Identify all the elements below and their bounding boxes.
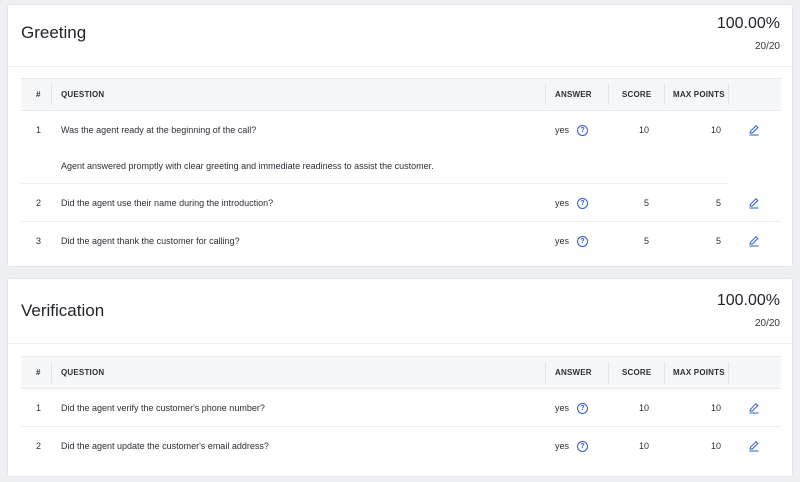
table-header: # QUESTION ANSWER SCORE MAX POINTS: [21, 356, 781, 389]
row-question: Did the agent thank the customer for cal…: [61, 236, 240, 246]
row-max-points: 10: [710, 441, 721, 451]
section-percent: 100.00%: [716, 15, 780, 32]
row-question: Did the agent verify the customer's phon…: [61, 403, 265, 413]
row-score: 10: [638, 403, 649, 413]
column-divider: [728, 84, 729, 105]
pencil-edit-icon[interactable]: [748, 440, 760, 452]
column-divider: [608, 84, 609, 105]
row-score: 5: [643, 236, 649, 246]
pencil-edit-icon[interactable]: [748, 197, 760, 209]
row-max-points: 10: [710, 125, 721, 135]
pencil-edit-icon[interactable]: [748, 124, 760, 136]
row-answer: yes: [555, 403, 570, 413]
col-header-max-points: MAX POINTS: [673, 368, 725, 377]
section-title: Verification: [21, 301, 105, 320]
table-row: 3 Did the agent thank the customer for c…: [21, 222, 781, 260]
section-fraction: 20/20: [754, 318, 780, 329]
column-divider: [545, 84, 546, 105]
section-fraction: 20/20: [754, 41, 780, 52]
column-divider: [545, 362, 546, 383]
row-number: 3: [36, 236, 42, 246]
col-header-score: SCORE: [622, 90, 652, 99]
row-answer: yes: [555, 236, 570, 246]
row-note-text: Agent answered promptly with clear greet…: [61, 161, 434, 171]
col-header-max-points: MAX POINTS: [673, 90, 725, 99]
column-divider: [51, 362, 52, 383]
row-max-points: 10: [710, 403, 721, 413]
col-header-answer: ANSWER: [555, 90, 592, 99]
question-circle-icon[interactable]: ?: [577, 403, 588, 414]
column-divider: [608, 362, 609, 383]
row-number: 2: [36, 198, 42, 208]
column-divider: [664, 362, 665, 383]
col-header-answer: ANSWER: [555, 368, 592, 377]
column-divider: [664, 84, 665, 105]
row-answer: yes: [555, 198, 570, 208]
col-header-num: #: [36, 90, 41, 99]
row-question: Was the agent ready at the beginning of …: [61, 125, 257, 135]
row-question: Did the agent use their name during the …: [61, 198, 274, 208]
col-header-question: QUESTION: [61, 368, 105, 377]
pencil-edit-icon[interactable]: [748, 402, 760, 414]
col-header-num: #: [36, 368, 41, 377]
column-divider: [728, 362, 729, 383]
row-score: 10: [638, 441, 649, 451]
question-circle-icon[interactable]: ?: [577, 125, 588, 136]
question-circle-icon[interactable]: ?: [577, 198, 588, 209]
row-max-points: 5: [715, 198, 721, 208]
row-answer: yes: [555, 441, 570, 451]
row-max-points: 5: [715, 236, 721, 246]
question-circle-icon[interactable]: ?: [577, 236, 588, 247]
row-question: Did the agent update the customer's emai…: [61, 441, 269, 451]
row-score: 10: [638, 125, 649, 135]
row-number: 1: [36, 125, 42, 135]
table-row: 2 Did the agent use their name during th…: [21, 184, 781, 222]
table-row: 1 Did the agent verify the customer's ph…: [21, 389, 781, 427]
row-number: 2: [36, 441, 42, 451]
row-note: Agent answered promptly with clear greet…: [21, 149, 728, 184]
section-header: Greeting 100.00% 20/20: [8, 5, 792, 67]
row-number: 1: [36, 403, 42, 413]
table-row: 1 Was the agent ready at the beginning o…: [21, 111, 781, 149]
table-row: 2 Did the agent update the customer's em…: [21, 427, 781, 465]
col-header-score: SCORE: [622, 368, 652, 377]
question-circle-icon[interactable]: ?: [577, 441, 588, 452]
table-header: # QUESTION ANSWER SCORE MAX POINTS: [21, 78, 781, 111]
row-score: 5: [643, 198, 649, 208]
section-header: Verification 100.00% 20/20: [8, 279, 792, 344]
section-percent: 100.00%: [716, 292, 780, 309]
pencil-edit-icon[interactable]: [748, 235, 760, 247]
section-title: Greeting: [21, 23, 87, 42]
column-divider: [51, 84, 52, 105]
row-answer: yes: [555, 125, 570, 135]
questions-table: # QUESTION ANSWER SCORE MAX POINTS 1 Did…: [21, 356, 781, 465]
col-header-question: QUESTION: [61, 90, 105, 99]
questions-table: # QUESTION ANSWER SCORE MAX POINTS 1 Was…: [21, 78, 781, 260]
section-card-greeting: Greeting 100.00% 20/20 # QUESTION ANSWER…: [7, 4, 793, 267]
section-card-verification: Verification 100.00% 20/20 # QUESTION AN…: [7, 278, 793, 477]
